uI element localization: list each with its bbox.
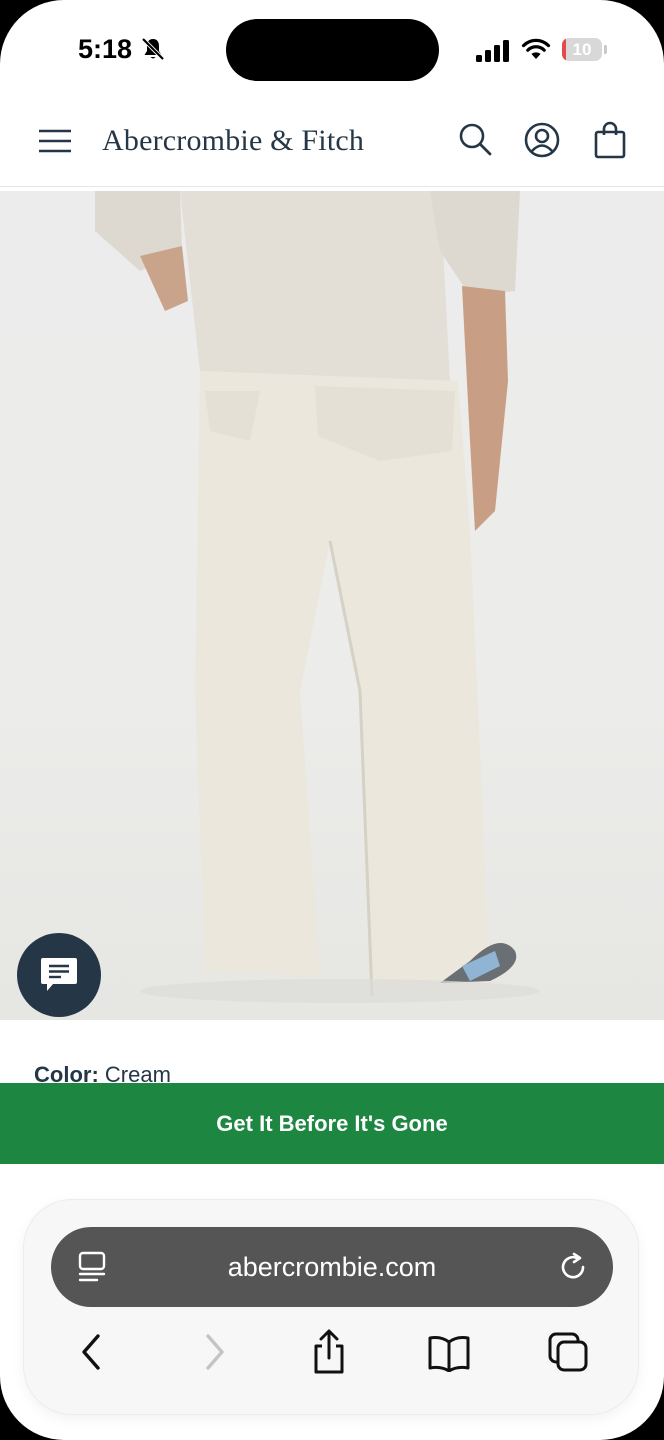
back-icon[interactable] <box>76 1332 108 1372</box>
bookmarks-icon[interactable] <box>427 1334 471 1372</box>
chat-button[interactable] <box>17 933 101 1017</box>
site-header: Abercrombie & Fitch <box>0 100 664 187</box>
status-time: 5:18 <box>78 34 133 64</box>
cellular-signal-icon <box>476 40 509 62</box>
battery-indicator: 10 <box>562 38 602 61</box>
dynamic-island <box>226 19 439 81</box>
battery-cap <box>604 45 607 54</box>
product-photo-illustration <box>95 191 540 1003</box>
address-bar-url[interactable]: abercrombie.com <box>51 1227 613 1307</box>
shopping-bag-icon[interactable] <box>594 121 626 159</box>
bell-muted-icon <box>141 37 165 61</box>
reload-icon[interactable] <box>559 1252 589 1282</box>
search-icon[interactable] <box>458 122 492 156</box>
address-bar[interactable]: abercrombie.com <box>51 1227 613 1307</box>
wifi-icon <box>521 38 551 59</box>
browser-toolbar: abercrombie.com <box>24 1200 638 1414</box>
status-bar: 5:18 10 <box>0 0 664 100</box>
product-image[interactable] <box>0 191 664 1020</box>
brand-logo[interactable]: Abercrombie & Fitch <box>102 124 364 158</box>
get-it-before-its-gone-button[interactable]: Get It Before It's Gone <box>0 1083 664 1164</box>
chat-icon <box>41 958 77 991</box>
hamburger-menu-icon[interactable] <box>38 128 72 154</box>
phone-screen: 5:18 10 Abercrombie & Fitch Color: Cream… <box>0 0 664 1440</box>
account-icon[interactable] <box>524 122 560 158</box>
forward-icon[interactable] <box>198 1332 230 1372</box>
battery-percentage: 10 <box>572 40 592 59</box>
share-icon[interactable] <box>310 1328 348 1376</box>
tabs-icon[interactable] <box>548 1332 588 1372</box>
